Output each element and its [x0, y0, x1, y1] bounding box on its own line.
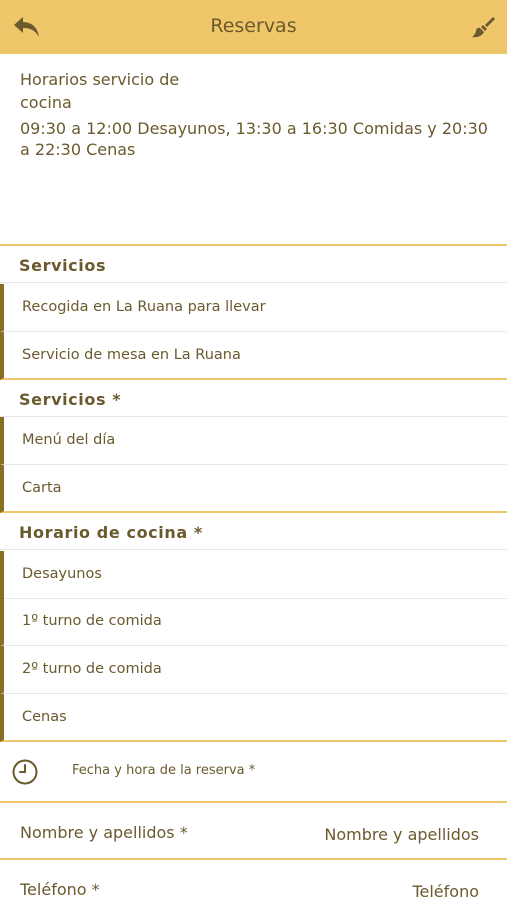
phone-input[interactable]	[279, 877, 479, 900]
option-cenas[interactable]: Cenas	[0, 694, 507, 742]
option-servicio-mesa[interactable]: Servicio de mesa en La Ruana	[0, 332, 507, 380]
option-desayunos[interactable]: Desayunos	[0, 551, 507, 599]
name-label: Nombre y apellidos *	[20, 823, 188, 842]
clock-icon	[12, 759, 38, 785]
page-title: Reservas	[210, 15, 297, 37]
option-label: Carta	[22, 480, 62, 496]
section-title: Horario de cocina *	[19, 523, 203, 542]
option-menu-del-dia[interactable]: Menú del día	[0, 417, 507, 465]
kitchen-hours-heading: Horarios servicio de cocina	[20, 70, 180, 112]
name-row: Nombre y apellidos *	[0, 804, 507, 860]
option-label: Recogida en La Ruana para llevar	[22, 299, 266, 315]
option-primer-turno[interactable]: 1º turno de comida	[0, 598, 507, 646]
reservation-datetime-picker[interactable]: Fecha y hora de la reserva *	[0, 741, 507, 803]
option-label: 2º turno de comida	[22, 661, 162, 677]
option-label: Cenas	[22, 709, 67, 725]
section-title: Servicios	[19, 256, 107, 275]
option-label: 1º turno de comida	[22, 613, 162, 629]
section-servicios-header: Servicios	[0, 247, 507, 283]
kitchen-hours-info: Horarios servicio de cocina 09:30 a 12:0…	[0, 54, 507, 246]
top-bar: Reservas	[0, 0, 507, 54]
phone-label: Teléfono *	[20, 880, 100, 899]
option-recogida[interactable]: Recogida en La Ruana para llevar	[0, 284, 507, 332]
section-servicios-required-header: Servicios *	[0, 381, 507, 417]
kitchen-hours-schedule: 09:30 a 12:00 Desayunos, 13:30 a 16:30 C…	[20, 119, 488, 159]
brush-icon[interactable]	[467, 12, 499, 42]
option-label: Desayunos	[22, 566, 102, 582]
option-carta[interactable]: Carta	[0, 465, 507, 513]
option-label: Menú del día	[22, 432, 116, 448]
option-label: Servicio de mesa en La Ruana	[22, 347, 241, 363]
section-horario-header: Horario de cocina *	[0, 514, 507, 550]
section-title: Servicios *	[19, 390, 122, 409]
name-input[interactable]	[279, 820, 479, 848]
phone-row: Teléfono *	[0, 861, 507, 900]
reservation-datetime-label: Fecha y hora de la reserva *	[72, 763, 256, 778]
option-segundo-turno[interactable]: 2º turno de comida	[0, 646, 507, 694]
